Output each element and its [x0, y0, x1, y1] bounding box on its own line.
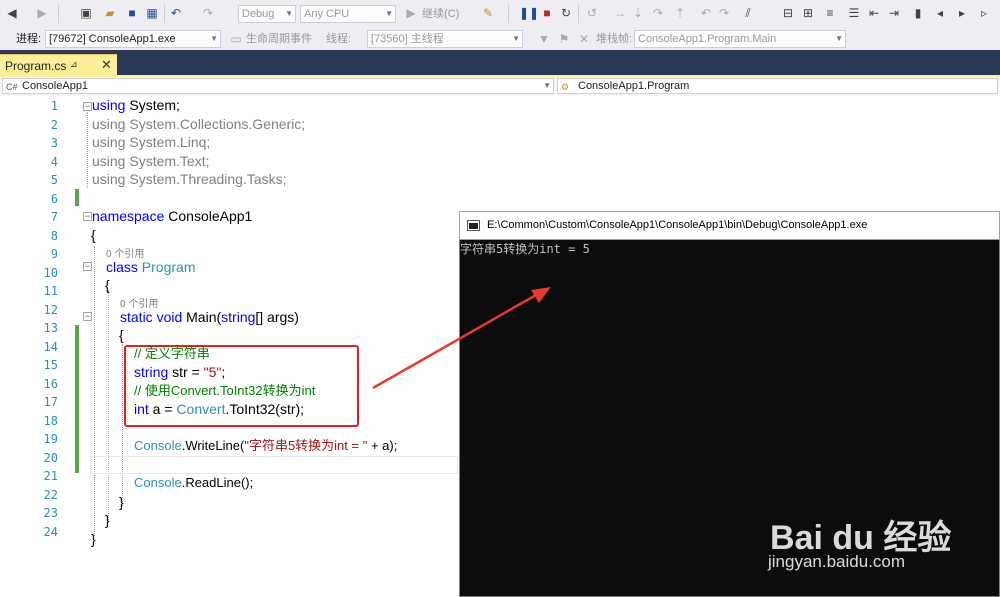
watermark-url: jingyan.baidu.com [768, 552, 906, 571]
annotation-arrow [372, 287, 551, 390]
